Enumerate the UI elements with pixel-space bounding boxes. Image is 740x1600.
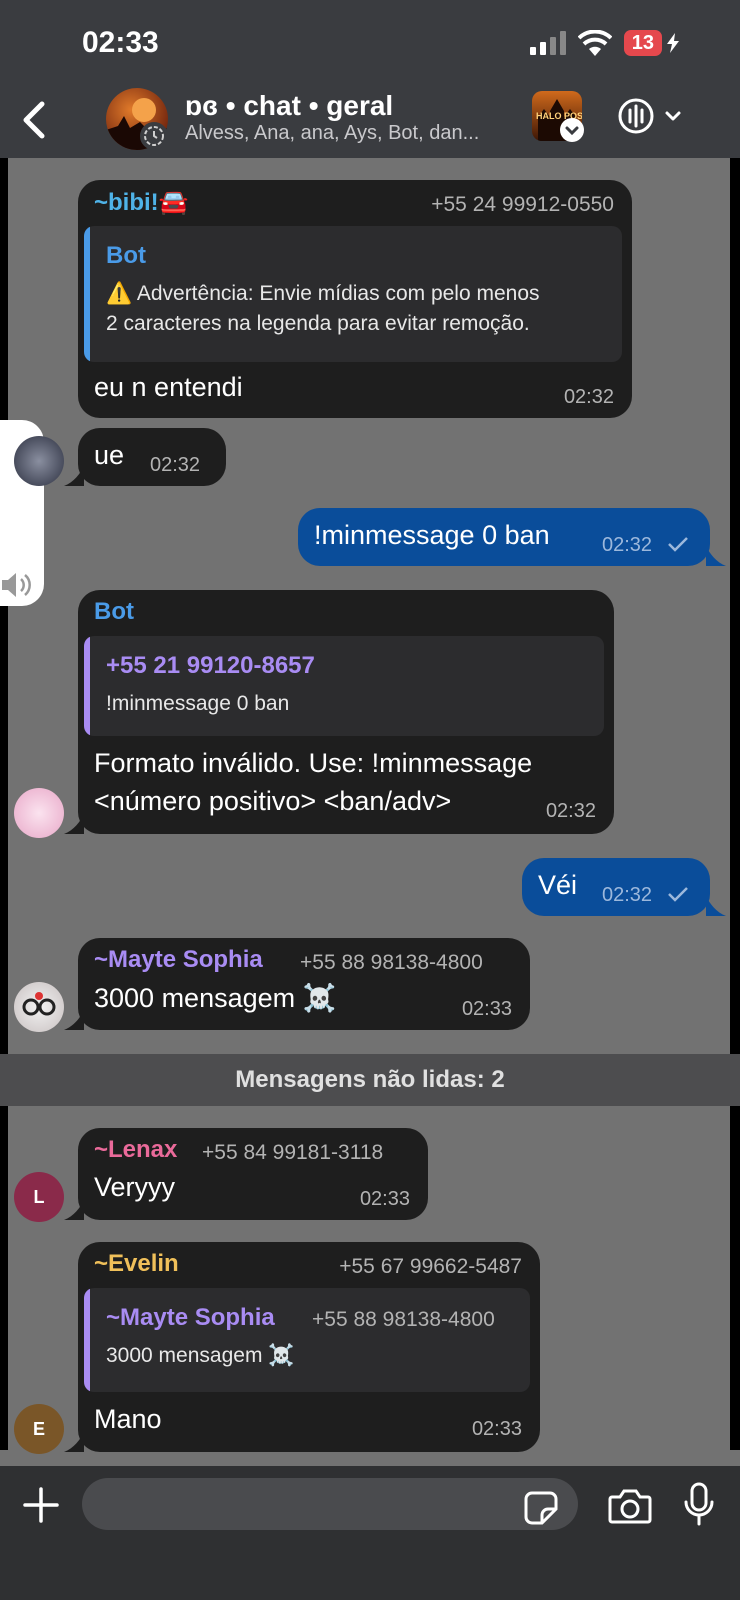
quoted-message[interactable]: +55 21 99120-8657 !minmessage 0 ban [84,636,604,736]
message-text: 3000 mensagem ☠️ [94,983,337,1013]
disappearing-timer-icon [140,122,168,150]
sender-name: Bot [94,598,134,625]
back-arrow-icon [23,101,45,139]
mic-button[interactable] [684,1482,714,1531]
sent-check-icon [668,887,688,902]
battery-icon: 13 [623,30,680,56]
attach-button[interactable] [22,1486,60,1529]
sender-phone: +55 24 99912-0550 [431,193,614,216]
community-check-icon [560,118,584,142]
right-edge [730,150,740,1450]
bubble-tail [64,1432,84,1452]
sticker-button[interactable] [524,1491,558,1530]
quote-text: 3000 mensagem ☠️ [106,1344,295,1367]
message-bubble-outgoing[interactable]: Véi 02:32 [522,858,710,916]
chat-title[interactable]: ɒɞ • chat • geral [185,90,393,122]
quoted-message[interactable]: Bot ⚠️ Advertência: Envie mídias com pel… [84,226,622,362]
speaker-icon [2,573,31,597]
message-text: ue [94,440,125,470]
message-bubble[interactable]: ~bibi!🚘 +55 24 99912-0550 Bot ⚠️ Advertê… [78,180,632,418]
quote-text: 2 caracteres na legenda para evitar remo… [106,312,530,335]
message-text: Véi [538,870,578,900]
message-bubble-outgoing[interactable]: !minmessage 0 ban 02:32 [298,508,710,566]
sender-phone: +55 84 99181-3118 [202,1141,384,1164]
message-bubble[interactable]: ~Mayte Sophia +55 88 98138-4800 3000 men… [78,938,530,1030]
message-text: Mano [94,1404,162,1434]
message-time: 02:33 [471,1418,522,1440]
signal-icon [529,31,566,55]
avatar[interactable] [14,436,64,486]
quote-sender: ~Mayte Sophia [106,1304,275,1331]
message-time: 02:32 [545,800,596,822]
message-bubble[interactable]: ~Evelin +55 67 99662-5487 ~Mayte Sophia … [78,1242,540,1452]
unread-divider: Mensagens não lidas: 2 [0,1054,740,1106]
sender-name: ~bibi!🚘 [94,189,189,216]
avatar[interactable] [14,982,64,1032]
chat-header: ɒɞ • chat • geral Alvess, Ana, ana, Ays,… [0,88,740,158]
left-edge [0,150,8,1450]
bubble-tail [706,546,726,566]
sender-name: ~Evelin [94,1250,179,1277]
sender-name: ~Lenax [94,1136,178,1163]
back-button[interactable] [20,100,48,145]
status-time: 02:33 [82,26,159,59]
quote-text: !minmessage 0 ban [106,692,290,715]
plus-icon [23,1487,59,1523]
sent-check-icon [668,537,688,552]
sender-phone: +55 67 99662-5487 [339,1255,522,1278]
sticker-icon [524,1491,558,1525]
message-time: 02:33 [461,998,512,1020]
sender-phone: +55 88 98138-4800 [300,951,483,974]
quote-phone: +55 88 98138-4800 [312,1308,495,1331]
input-bar [0,1466,740,1600]
message-time: 02:32 [602,884,653,906]
message-input[interactable] [82,1478,578,1530]
voice-chat-button[interactable] [618,96,688,141]
bubble-tail [64,814,84,834]
wifi-icon [577,30,612,56]
message-time: 02:32 [602,534,653,556]
bubble-tail [64,1200,84,1220]
message-bubble[interactable]: ue 02:32 [78,428,226,486]
quote-sender: +55 21 99120-8657 [106,652,315,679]
camera-icon [608,1489,652,1524]
message-text: Formato inválido. Use: !minmessage [94,748,533,778]
audio-wave-icon [618,98,681,134]
chat-members[interactable]: Alvess, Ana, ana, Ays, Bot, dan... [185,122,479,145]
quote-text: ⚠️ Advertência: Envie mídias com pelo me… [106,282,540,305]
message-time: 02:33 [359,1188,410,1210]
sender-name: ~Mayte Sophia [94,946,263,973]
avatar[interactable]: E [14,1404,64,1454]
message-bubble[interactable]: Bot +55 21 99120-8657 !minmessage 0 ban … [78,590,614,834]
message-time: 02:32 [150,454,201,476]
message-text: eu n entendi [94,372,243,402]
bubble-tail [706,896,726,916]
message-bubble[interactable]: ~Lenax +55 84 99181-3118 Veryyy 02:33 [78,1128,428,1220]
bubble-tail [64,1010,84,1030]
status-bar: 02:33 13 [0,0,740,88]
microphone-icon [684,1482,714,1526]
message-text: <número positivo> <ban/adv> [94,786,452,816]
message-text: Veryyy [94,1172,176,1202]
bubble-tail [64,466,84,486]
message-text: !minmessage 0 ban [314,520,550,550]
camera-button[interactable] [608,1488,652,1529]
message-time: 02:32 [563,386,614,408]
avatar[interactable]: L [14,1172,64,1222]
quote-sender: Bot [106,242,146,269]
avatar[interactable] [14,788,64,838]
quoted-message[interactable]: ~Mayte Sophia +55 88 98138-4800 3000 men… [84,1288,530,1392]
